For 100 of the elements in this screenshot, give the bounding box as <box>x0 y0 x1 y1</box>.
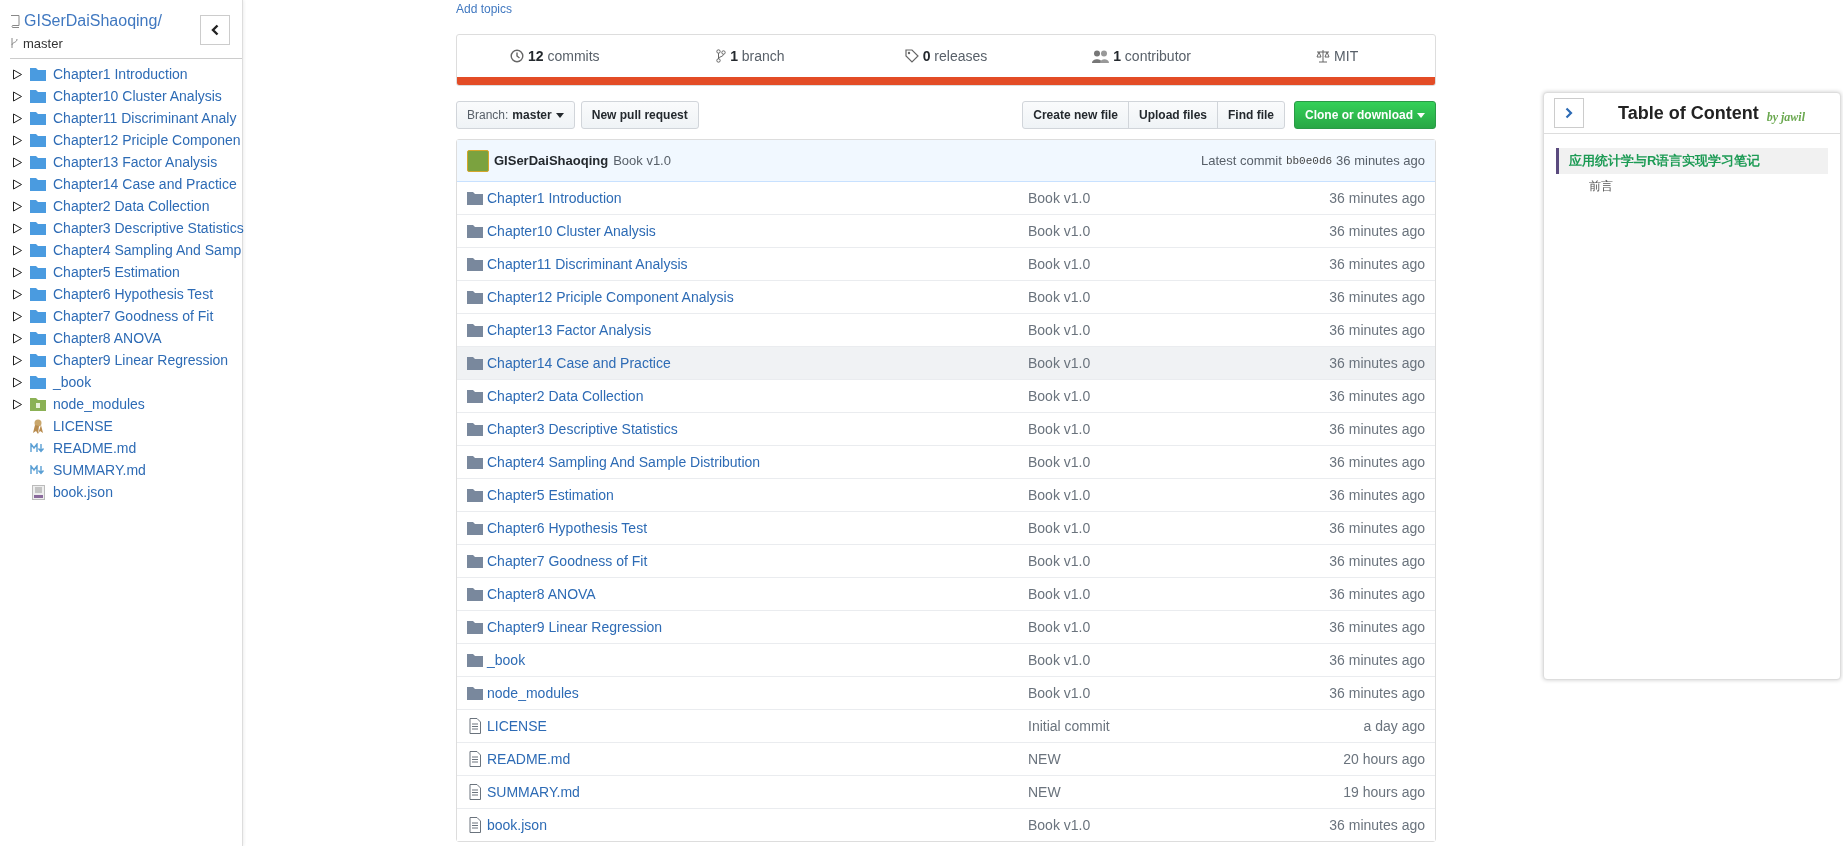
tree-item[interactable]: Chapter8 ANOVA <box>10 327 242 349</box>
tree-item[interactable]: Chapter2 Data Collection <box>10 195 242 217</box>
package-icon <box>30 397 46 411</box>
file-name-link[interactable]: Chapter5 Estimation <box>487 487 614 503</box>
summary-link[interactable]: 12 commits <box>528 48 600 64</box>
tree-item[interactable]: Chapter6 Hypothesis Test <box>10 283 242 305</box>
tree-item[interactable]: Chapter7 Goodness of Fit <box>10 305 242 327</box>
file-name-link[interactable]: Chapter11 Discriminant Analysis <box>487 256 688 272</box>
file-name-link[interactable]: book.json <box>487 817 547 833</box>
file-name-link[interactable]: Chapter14 Case and Practice <box>487 355 671 371</box>
toggle-toc-button[interactable] <box>1554 98 1584 128</box>
tree-item[interactable]: book.json <box>10 481 242 503</box>
tree-item[interactable]: _book <box>10 371 242 393</box>
file-name-link[interactable]: Chapter3 Descriptive Statistics <box>487 421 678 437</box>
commit-message-link[interactable]: Book v1.0 <box>1028 322 1091 338</box>
file-name-link[interactable]: Chapter7 Goodness of Fit <box>487 553 648 569</box>
folder-icon <box>467 323 483 337</box>
tree-item[interactable]: node_modules <box>10 393 242 415</box>
file-name-link[interactable]: node_modules <box>487 685 579 701</box>
commit-message-link[interactable]: Book v1.0 <box>1028 388 1091 404</box>
folder-icon <box>30 353 46 367</box>
commit-author[interactable]: GISerDaiShaoqing <box>494 153 609 168</box>
summary-link[interactable]: 1 branch <box>730 48 785 64</box>
file-name-link[interactable]: README.md <box>487 751 571 767</box>
tree-item[interactable]: Chapter13 Factor Analysis <box>10 151 242 173</box>
file-name-link[interactable]: Chapter9 Linear Regression <box>487 619 663 635</box>
commit-message-link[interactable]: Book v1.0 <box>1028 619 1091 635</box>
toc-item[interactable]: 应用统计学与R语言实现学习笔记 <box>1556 148 1828 174</box>
file-name-link[interactable]: Chapter4 Sampling And Sample Distribution <box>487 454 761 470</box>
toc-item[interactable]: 前言 <box>1556 174 1828 199</box>
file-row[interactable]: book.json Book v1.0 36 minutes ago <box>457 808 1435 841</box>
file-age: 36 minutes ago <box>1329 454 1425 470</box>
commit-message-link[interactable]: Book v1.0 <box>1028 586 1091 602</box>
file-row[interactable]: Chapter14 Case and Practice Book v1.0 36 minutes ago <box>457 346 1435 379</box>
commit-message-link[interactable]: Book v1.0 <box>1028 223 1091 239</box>
file-action-button[interactable]: Create new file <box>1022 101 1129 129</box>
commit-message-link[interactable]: Book v1.0 <box>1028 355 1091 371</box>
branch-icon <box>716 49 727 63</box>
commit-message-link[interactable]: Book v1.0 <box>1028 421 1091 437</box>
summary-link[interactable]: 1 contributor <box>1113 48 1191 64</box>
ribbon-icon <box>32 418 44 434</box>
file-name-link[interactable]: Chapter13 Factor Analysis <box>487 322 652 338</box>
commit-message-link[interactable]: NEW <box>1028 751 1061 767</box>
file-action-button[interactable]: Upload files <box>1128 101 1218 129</box>
commit-message-link[interactable]: Initial commit <box>1028 718 1110 734</box>
tree-item[interactable]: Chapter5 Estimation <box>10 261 242 283</box>
tree-item[interactable]: Chapter14 Case and Practice <box>10 173 242 195</box>
new-pull-request-button[interactable]: New pull request <box>580 101 699 129</box>
commit-sha[interactable]: bb0e0d6 <box>1285 154 1333 167</box>
tree-item[interactable]: Chapter1 Introduction <box>10 63 242 85</box>
commit-message-link[interactable]: Book v1.0 <box>1028 289 1091 305</box>
summary-link[interactable]: 0 releases <box>922 48 988 64</box>
commit-message-link[interactable]: Book v1.0 <box>1028 520 1091 536</box>
commit-message-link[interactable]: Book v1.0 <box>1028 487 1091 503</box>
commit-message-link[interactable]: Book v1.0 <box>1028 454 1091 470</box>
tree-item[interactable]: Chapter9 Linear Regression <box>10 349 242 371</box>
branch-select-button[interactable]: Branch: master <box>456 101 575 129</box>
file-name-link[interactable]: Chapter2 Data Collection <box>487 388 644 404</box>
chevron-right-icon <box>1565 107 1573 119</box>
file-name-link[interactable]: Chapter8 ANOVA <box>487 586 596 602</box>
file-name-link[interactable]: LICENSE <box>487 718 547 734</box>
commit-message-link[interactable]: Book v1.0 <box>1028 190 1091 206</box>
tree-item[interactable]: README.md <box>10 437 242 459</box>
tree-item[interactable]: Chapter4 Sampling And Samp <box>10 239 242 261</box>
file-age: 36 minutes ago <box>1329 322 1425 338</box>
commit-message[interactable]: Book v1.0 <box>613 153 671 168</box>
commit-message-link[interactable]: Book v1.0 <box>1028 652 1091 668</box>
file-action-button[interactable]: Find file <box>1217 101 1285 129</box>
add-topics-link[interactable]: Add topics <box>456 2 513 20</box>
file-name-link[interactable]: _book <box>487 652 526 668</box>
file-icon <box>469 718 481 734</box>
commit-message-link[interactable]: NEW <box>1028 784 1061 800</box>
markdown-icon <box>30 465 46 475</box>
tree-item[interactable]: Chapter12 Priciple Componen <box>10 129 242 151</box>
file-name-link[interactable]: Chapter10 Cluster Analysis <box>487 223 656 239</box>
tree-item[interactable]: LICENSE <box>10 415 242 437</box>
tree-item[interactable]: Chapter3 Descriptive Statistics <box>10 217 242 239</box>
folder-icon <box>467 521 483 535</box>
file-age: 36 minutes ago <box>1329 487 1425 503</box>
markdown-icon <box>30 443 46 453</box>
repo-icon <box>10 14 20 28</box>
commit-message-link[interactable]: Book v1.0 <box>1028 685 1091 701</box>
collapse-sidebar-button[interactable] <box>200 15 230 45</box>
commit-message-link[interactable]: Book v1.0 <box>1028 256 1091 272</box>
file-name-link[interactable]: SUMMARY.md <box>487 784 580 800</box>
file-name-link[interactable]: Chapter6 Hypothesis Test <box>487 520 648 536</box>
file-name-link[interactable]: Chapter1 Introduction <box>487 190 622 206</box>
tree-item[interactable]: SUMMARY.md <box>10 459 242 481</box>
tree-item[interactable]: Chapter10 Cluster Analysis <box>10 85 242 107</box>
file-age: 36 minutes ago <box>1329 355 1425 371</box>
repo-link[interactable]: GISerDaiShaoqing/ <box>24 12 162 30</box>
summary-link[interactable]: MIT <box>1334 48 1359 64</box>
file-age: 36 minutes ago <box>1329 421 1425 437</box>
file-name-link[interactable]: Chapter12 Priciple Component Analysis <box>487 289 734 305</box>
tree-item[interactable]: Chapter11 Discriminant Analy <box>10 107 242 129</box>
folder-icon <box>467 290 483 304</box>
commit-message-link[interactable]: Book v1.0 <box>1028 817 1091 833</box>
folder-icon <box>30 243 46 257</box>
commit-message-link[interactable]: Book v1.0 <box>1028 553 1091 569</box>
file-age: 36 minutes ago <box>1329 586 1425 602</box>
